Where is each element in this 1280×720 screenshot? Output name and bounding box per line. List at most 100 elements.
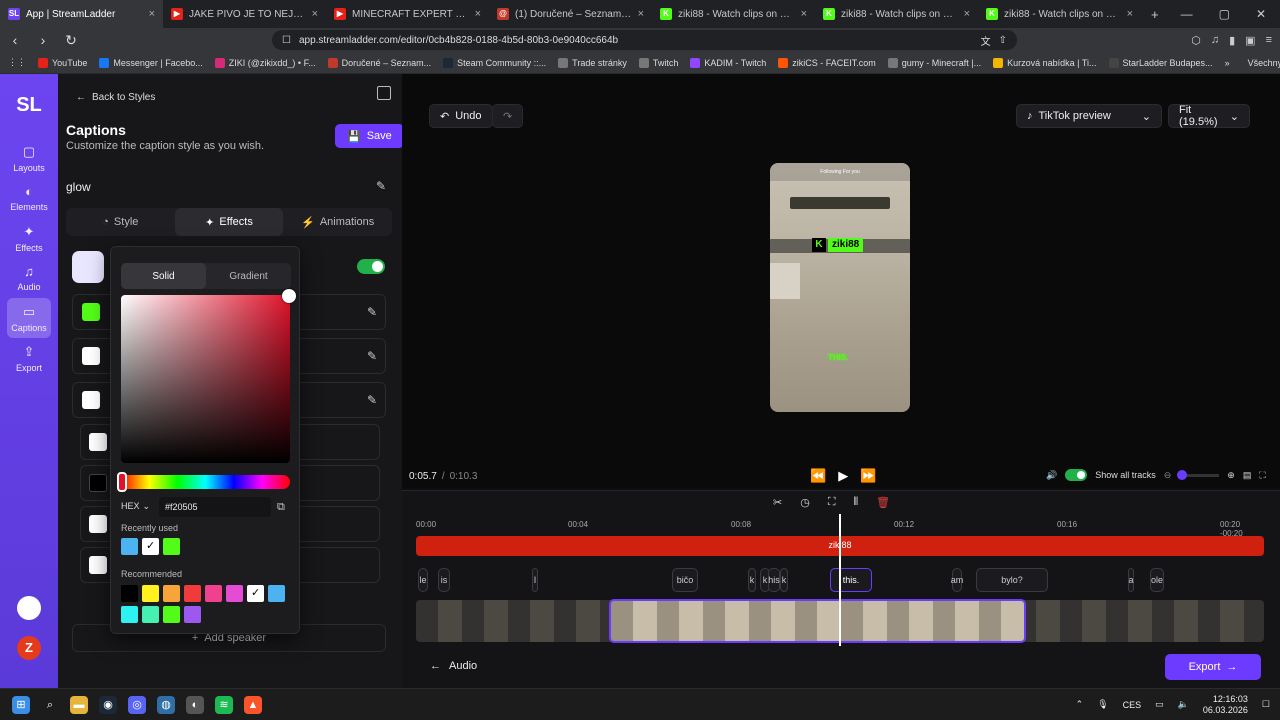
chevron-up-icon[interactable]: ⌃ bbox=[1076, 699, 1084, 710]
playhead[interactable] bbox=[839, 514, 841, 646]
chat-icon[interactable] bbox=[17, 596, 41, 620]
new-tab-icon[interactable]: + bbox=[1141, 7, 1169, 22]
caption-chip[interactable]: k bbox=[748, 568, 756, 592]
start-icon[interactable]: ⊞ bbox=[12, 695, 30, 714]
caption-chip[interactable]: is bbox=[438, 568, 450, 592]
caption-chip[interactable]: a bbox=[1128, 568, 1134, 592]
rail-item-captions[interactable]: ▭ Captions bbox=[7, 298, 51, 338]
rail-item-elements[interactable]: ◐ Elements bbox=[0, 178, 58, 218]
caption-chip[interactable]: am bbox=[951, 568, 963, 592]
mode-gradient[interactable]: Gradient bbox=[206, 263, 291, 289]
captions-icon[interactable]: ▤ bbox=[1243, 470, 1252, 481]
mic-icon[interactable]: 🎙 bbox=[1097, 699, 1108, 710]
volume-icon[interactable]: 🔈 bbox=[1178, 699, 1189, 710]
play-icon[interactable]: ▶ bbox=[838, 468, 848, 484]
zoom-in-icon[interactable]: ⊕ bbox=[1227, 470, 1235, 481]
browser-tab[interactable]: Kziki88 - Watch clips on Kick × bbox=[815, 0, 978, 28]
bookmark-item[interactable]: KADIM - Twitch bbox=[690, 57, 766, 68]
share-icon[interactable]: ⇧ bbox=[999, 35, 1007, 46]
caption-chip[interactable]: le bbox=[418, 568, 428, 592]
speed-icon[interactable]: ◷ bbox=[800, 496, 810, 509]
extension-icon[interactable]: ⬡ bbox=[1191, 34, 1201, 47]
collapse-panel-icon[interactable] bbox=[377, 86, 391, 100]
saturation-area[interactable] bbox=[121, 289, 296, 463]
zoom-out-icon[interactable]: ⊖ bbox=[1164, 470, 1172, 481]
discord-icon[interactable]: ◎ bbox=[128, 695, 146, 714]
language-indicator[interactable]: CES bbox=[1123, 700, 1142, 710]
hex-input[interactable]: #f20505 bbox=[159, 497, 271, 517]
color-swatch[interactable] bbox=[184, 585, 201, 602]
color-swatch[interactable] bbox=[121, 606, 138, 623]
app-icon[interactable]: ◍ bbox=[157, 695, 175, 714]
delete-icon[interactable]: 🗑 bbox=[876, 496, 890, 509]
bookmark-item[interactable]: ZIKI (@zikixdd_) • F... bbox=[214, 57, 316, 68]
music-icon[interactable]: ♫ bbox=[1211, 34, 1219, 47]
app-logo[interactable]: SL bbox=[12, 94, 46, 124]
undo-button[interactable]: ↶ Undo bbox=[429, 104, 493, 128]
bookmark-item[interactable]: zikiCS - FACEIT.com bbox=[778, 57, 876, 68]
close-icon[interactable]: × bbox=[1127, 8, 1133, 20]
caption-chip[interactable]: bičo bbox=[672, 568, 698, 592]
hue-slider[interactable] bbox=[117, 472, 290, 492]
fast-forward-icon[interactable]: ⏩ bbox=[860, 468, 876, 484]
color-swatch[interactable] bbox=[142, 585, 159, 602]
apps-icon[interactable]: ⋮⋮ bbox=[8, 57, 26, 68]
browser-tab[interactable]: @ (1) Doručené – Seznam Email × bbox=[489, 0, 652, 28]
rail-item-export[interactable]: ⇪ Export bbox=[0, 338, 58, 378]
caption-chip[interactable]: k bbox=[780, 568, 788, 592]
export-button[interactable]: Export → bbox=[1165, 654, 1261, 680]
reload-icon[interactable]: ↻ bbox=[64, 32, 78, 49]
edit-icon[interactable]: ✎ bbox=[367, 349, 377, 363]
obs-icon[interactable]: ◐ bbox=[186, 695, 204, 714]
effect-toggle[interactable] bbox=[357, 259, 385, 274]
browser-tab[interactable]: Kziki88 - Watch clips on Kick × bbox=[978, 0, 1141, 28]
bookmark-item[interactable]: YouTube bbox=[38, 57, 87, 68]
menu-icon[interactable]: ≡ bbox=[1266, 34, 1272, 47]
browser-tab[interactable]: SL App | StreamLadder × bbox=[0, 0, 163, 28]
close-icon[interactable]: × bbox=[149, 8, 155, 20]
close-icon[interactable]: × bbox=[312, 8, 318, 20]
url-field[interactable]: ☐ app.streamladder.com/editor/0cb4b828-0… bbox=[272, 30, 1017, 50]
crop-icon[interactable]: ⛶ bbox=[828, 496, 836, 509]
folder-icon[interactable]: ▬ bbox=[70, 695, 88, 714]
close-icon[interactable]: × bbox=[638, 8, 644, 20]
rail-item-layouts[interactable]: ▢ Layouts bbox=[0, 138, 58, 178]
preview-select[interactable]: ♪ TikTok preview ⌄ bbox=[1016, 104, 1162, 128]
caption-chip[interactable]: I bbox=[532, 568, 538, 592]
color-swatch[interactable] bbox=[89, 474, 107, 492]
color-swatch[interactable] bbox=[82, 391, 100, 409]
tab-animations[interactable]: ⚡ Animations bbox=[283, 208, 392, 236]
color-swatch[interactable]: ✓ bbox=[247, 585, 264, 602]
volume-icon[interactable]: 🔊 bbox=[1046, 470, 1057, 481]
bookmark-item[interactable]: StarLadder Budapes... bbox=[1108, 57, 1213, 68]
show-tracks-toggle[interactable] bbox=[1065, 469, 1088, 481]
tab-effects[interactable]: ✦ Effects bbox=[174, 208, 284, 236]
fullscreen-icon[interactable]: ⛶ bbox=[1259, 470, 1265, 481]
color-swatch[interactable] bbox=[184, 606, 201, 623]
bookmark-item[interactable]: Kurzová nabídka | Ti... bbox=[993, 57, 1097, 68]
color-swatch[interactable] bbox=[142, 606, 159, 623]
search-icon[interactable]: ⌕ bbox=[41, 696, 59, 714]
color-swatch[interactable] bbox=[82, 347, 100, 365]
edit-icon[interactable]: ✎ bbox=[367, 393, 377, 407]
browser-tab[interactable]: ▶ MINECRAFT EXPERT ZKOUŠÍ MINECR × bbox=[326, 0, 489, 28]
avatar[interactable]: Z bbox=[17, 636, 41, 660]
color-swatch[interactable]: ✓ bbox=[142, 538, 159, 555]
close-icon[interactable]: × bbox=[801, 8, 807, 20]
close-window-icon[interactable]: ✕ bbox=[1256, 7, 1266, 21]
audio-button[interactable]: ← Audio bbox=[430, 660, 477, 672]
hue-handle[interactable] bbox=[117, 472, 127, 492]
format-select[interactable]: HEX ⌄ bbox=[121, 501, 150, 512]
translate-icon[interactable]: 文 bbox=[981, 33, 991, 48]
minimize-icon[interactable]: — bbox=[1181, 7, 1193, 21]
color-swatch[interactable] bbox=[226, 585, 243, 602]
wallet-icon[interactable]: ▣ bbox=[1245, 34, 1255, 47]
caption-chip[interactable]: this. bbox=[830, 568, 872, 592]
color-swatch[interactable] bbox=[89, 433, 107, 451]
color-swatch[interactable] bbox=[163, 585, 180, 602]
tab-style[interactable]: ◔ Style bbox=[66, 208, 175, 236]
caption-chip[interactable]: his bbox=[768, 568, 780, 592]
color-swatch[interactable] bbox=[89, 515, 107, 533]
network-icon[interactable]: ▭ bbox=[1155, 699, 1164, 710]
redo-button[interactable]: ↷ bbox=[492, 104, 524, 128]
